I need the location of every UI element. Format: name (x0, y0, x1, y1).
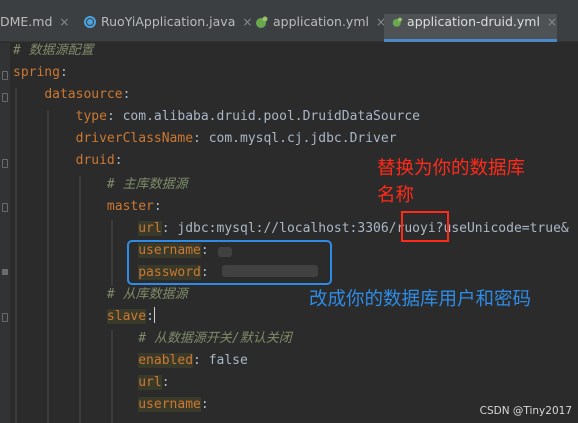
tab-application-yml[interactable]: application.yml × (255, 14, 386, 42)
code-line[interactable]: type: com.alibaba.druid.pool.DruidDataSo… (13, 106, 420, 128)
code-line[interactable]: druid: (13, 150, 123, 172)
yaml-key: spring (13, 65, 60, 80)
yaml-key: druid (75, 153, 115, 168)
yaml-key: url (138, 375, 162, 390)
active-tab-indicator (384, 39, 557, 42)
tab-label: DME.md (0, 14, 53, 29)
yaml-value: ?useUnicode=true& (435, 221, 569, 236)
colon: : (59, 65, 68, 80)
spring-yaml-icon (256, 16, 268, 28)
code-line[interactable]: enabled: false (13, 350, 248, 372)
code-line[interactable]: spring: (13, 62, 68, 84)
tab-readme[interactable]: DME.md × (0, 14, 69, 42)
tab-label: application.yml (273, 14, 369, 29)
colon: : (161, 375, 170, 390)
yaml-value: false (208, 353, 248, 368)
comment: # 从库数据源 (106, 287, 188, 302)
code-line[interactable]: url: (13, 372, 170, 394)
yaml-key: master (106, 199, 154, 214)
yaml-key: enabled (138, 353, 194, 368)
colon: : (153, 199, 162, 214)
colon: : (161, 221, 170, 236)
colon: : (106, 109, 115, 124)
yaml-key: datasource (44, 87, 123, 102)
comment: # 从数据源开关/默认关闭 (138, 331, 292, 346)
colon: : (146, 309, 154, 324)
java-class-icon (84, 16, 96, 28)
comment: # 主库数据源 (106, 177, 188, 192)
colon: : (200, 397, 209, 412)
fold-marker[interactable] (2, 203, 8, 212)
code-line[interactable]: # 主库数据源 (13, 174, 188, 196)
colon: : (193, 353, 201, 368)
code-line[interactable]: # 从库数据源 (13, 284, 188, 306)
yaml-value: jdbc:mysql://localhost:3306/ (177, 221, 397, 236)
tab-ruoyi-application-java[interactable]: RuoYiApplication.java × (84, 14, 252, 42)
code-line[interactable]: url: jdbc:mysql://localhost:3306/ruoyi?u… (13, 218, 569, 240)
code-line[interactable]: master: (13, 196, 162, 218)
close-icon[interactable]: × (547, 14, 557, 30)
yaml-key: driverClassName (75, 131, 194, 146)
colon: : (114, 153, 123, 168)
text-cursor (153, 307, 155, 323)
yaml-key: type (75, 109, 107, 124)
close-icon[interactable]: × (242, 14, 252, 30)
yaml-value: com.mysql.cj.jdbc.Driver (208, 131, 397, 146)
tab-label: application-druid.yml (407, 14, 540, 29)
change-credentials-note: 改成你的数据库用户和密码 (309, 289, 532, 310)
yaml-key: username (138, 397, 201, 412)
database-name-highlight-box (401, 211, 449, 242)
code-line[interactable]: driverClassName: com.mysql.cj.jdbc.Drive… (13, 128, 397, 150)
editor-tab-bar: DME.md × RuoYiApplication.java × applica… (0, 0, 578, 42)
colon: : (122, 87, 131, 102)
replace-database-name-note: 替换为你的数据库名称 (377, 158, 526, 206)
yaml-key: url (138, 221, 162, 236)
code-line[interactable]: # 数据源配置 (13, 40, 94, 62)
code-line[interactable]: datasource: (13, 84, 130, 106)
fold-marker[interactable] (2, 93, 8, 102)
fold-marker[interactable] (2, 71, 8, 80)
colon: : (193, 131, 201, 146)
fold-marker[interactable] (2, 313, 8, 322)
tab-application-druid-yml[interactable]: application-druid.yml × (384, 14, 557, 42)
yaml-key: slave (106, 309, 147, 324)
code-line[interactable]: username: (13, 394, 209, 416)
spring-yaml-icon (392, 17, 402, 27)
yaml-value: com.alibaba.druid.pool.DruidDataSource (122, 109, 421, 124)
code-line[interactable]: slave: (13, 306, 155, 328)
close-icon[interactable]: × (59, 14, 69, 30)
tab-label: RuoYiApplication.java (101, 14, 236, 29)
csdn-watermark: CSDN @Tiny2017 (479, 405, 572, 417)
fold-marker[interactable] (2, 159, 8, 168)
credentials-highlight-box (127, 240, 332, 285)
comment: # 数据源配置 (13, 43, 94, 58)
gutter-change-marker (2, 269, 8, 275)
code-line[interactable]: # 从数据源开关/默认关闭 (13, 328, 292, 350)
